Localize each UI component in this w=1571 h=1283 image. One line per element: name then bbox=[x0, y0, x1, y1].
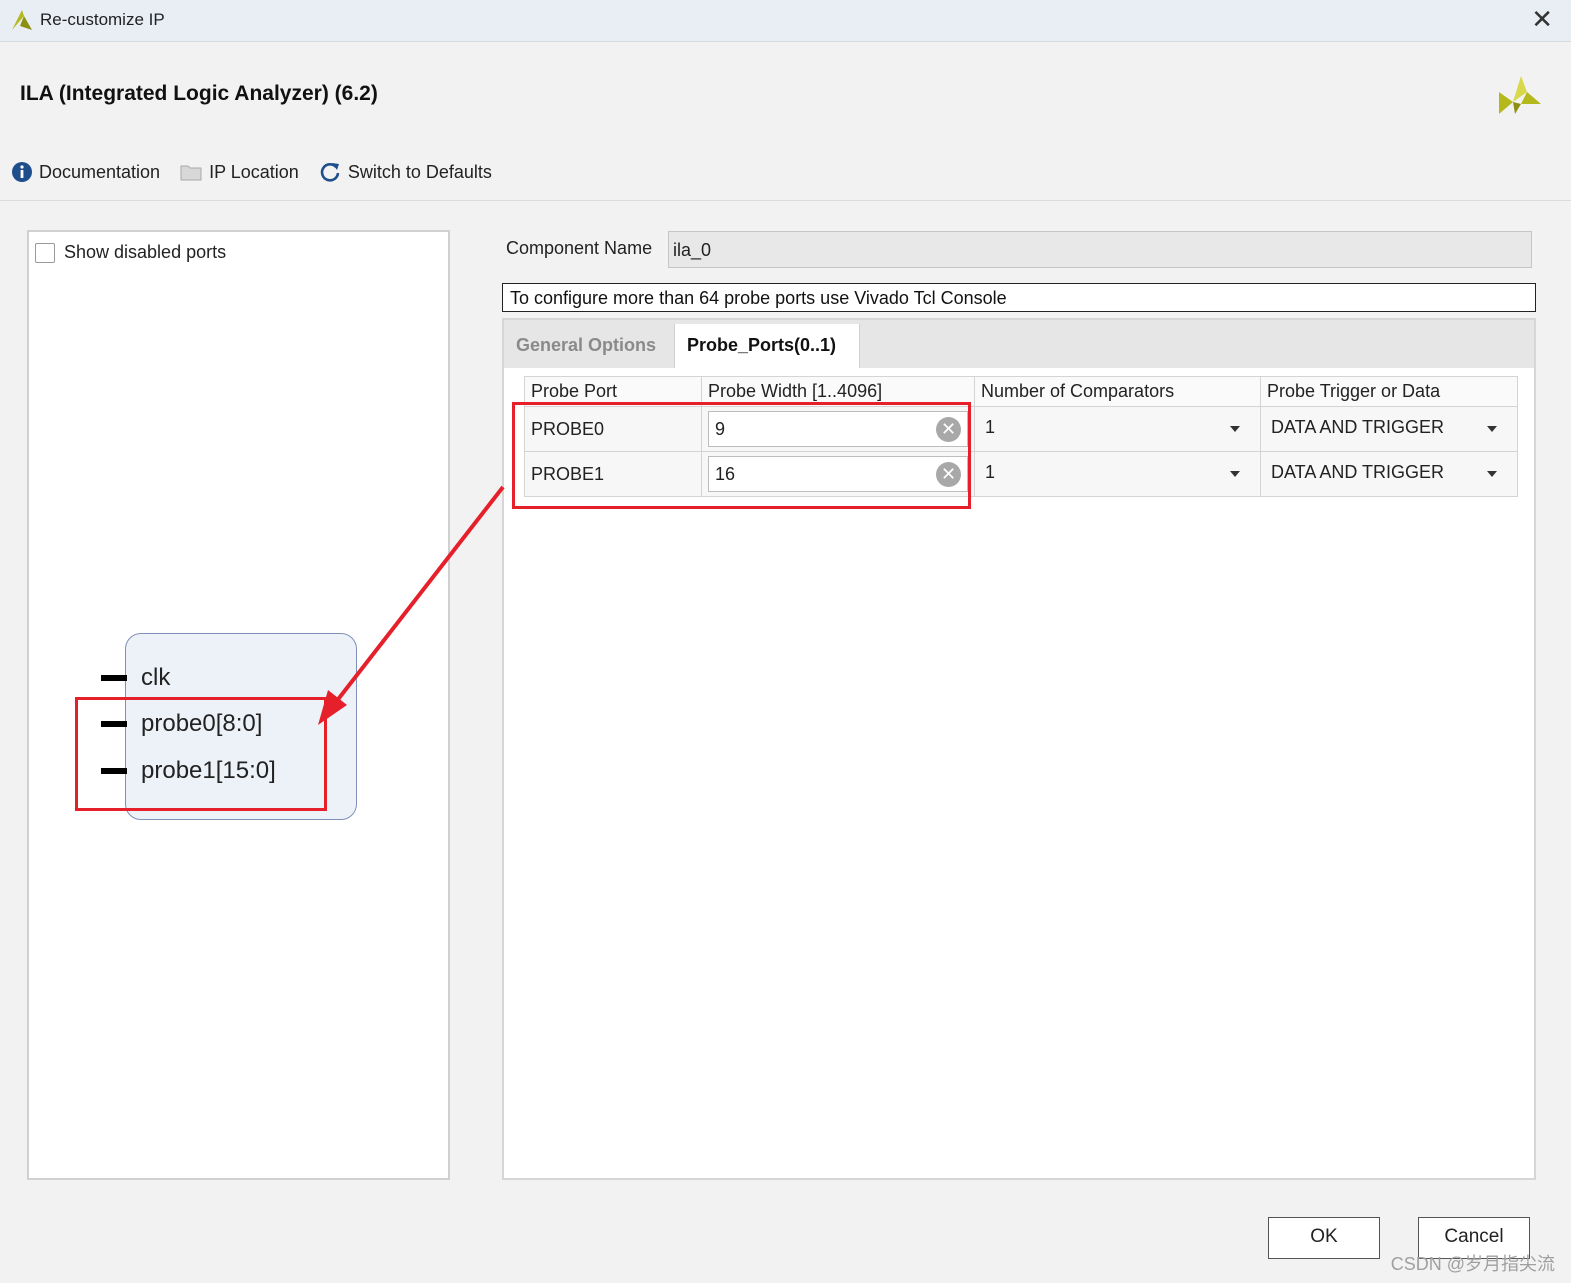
component-name-input[interactable]: ila_0 bbox=[668, 231, 1532, 268]
trigger-value: DATA AND TRIGGER bbox=[1271, 462, 1445, 482]
comparators-value: 1 bbox=[985, 417, 996, 437]
port-label-clk: clk bbox=[141, 664, 171, 691]
show-disabled-ports-checkbox[interactable]: Show disabled ports bbox=[35, 242, 226, 263]
chevron-down-icon bbox=[1487, 426, 1497, 432]
comparators-cell: 1 bbox=[974, 406, 1261, 452]
col-header-comparators: Number of Comparators bbox=[974, 376, 1261, 407]
ok-button[interactable]: OK bbox=[1268, 1217, 1380, 1259]
documentation-label: Documentation bbox=[39, 161, 161, 182]
refresh-icon bbox=[320, 163, 340, 182]
show-disabled-ports-label: Show disabled ports bbox=[64, 242, 227, 262]
watermark: CSDN @岁月指尖流 bbox=[1390, 1254, 1555, 1274]
trigger-cell: DATA AND TRIGGER bbox=[1260, 451, 1518, 497]
trigger-value: DATA AND TRIGGER bbox=[1271, 417, 1445, 437]
documentation-button[interactable]: Documentation bbox=[12, 162, 160, 183]
trigger-cell: DATA AND TRIGGER bbox=[1260, 406, 1518, 452]
switch-defaults-label: Switch to Defaults bbox=[347, 161, 492, 182]
ip-location-label: IP Location bbox=[209, 161, 299, 182]
title-bar: Re-customize IP ✕ bbox=[0, 0, 1571, 42]
chevron-down-icon bbox=[1230, 426, 1240, 432]
comparators-dropdown[interactable]: 1 bbox=[981, 457, 1254, 491]
toolbar-divider bbox=[0, 200, 1571, 201]
highlight-box-table bbox=[512, 402, 971, 509]
tab-probe-ports[interactable]: Probe_Ports(0..1) bbox=[674, 324, 860, 368]
trigger-dropdown[interactable]: DATA AND TRIGGER bbox=[1267, 412, 1511, 446]
ip-title: ILA (Integrated Logic Analyzer) (6.2) bbox=[20, 82, 378, 105]
comparators-value: 1 bbox=[985, 462, 996, 482]
switch-defaults-button[interactable]: Switch to Defaults bbox=[319, 161, 492, 183]
tcl-console-note: To configure more than 64 probe ports us… bbox=[502, 283, 1536, 312]
col-header-trigger: Probe Trigger or Data bbox=[1260, 376, 1518, 407]
component-name-label: Component Name bbox=[506, 238, 653, 258]
checkbox-box[interactable] bbox=[35, 242, 55, 263]
close-icon[interactable]: ✕ bbox=[1531, 5, 1553, 33]
symbol-panel: Show disabled ports clk probe0[8:0] prob… bbox=[27, 230, 450, 1180]
comparators-dropdown[interactable]: 1 bbox=[981, 412, 1254, 446]
trigger-dropdown[interactable]: DATA AND TRIGGER bbox=[1267, 457, 1511, 491]
port-pin-clk bbox=[101, 675, 127, 681]
vivado-app-icon bbox=[12, 10, 32, 30]
info-icon bbox=[12, 162, 32, 182]
window-title: Re-customize IP bbox=[40, 10, 165, 29]
highlight-box-ports bbox=[75, 697, 327, 811]
ip-location-button[interactable]: IP Location bbox=[180, 162, 299, 183]
chevron-down-icon bbox=[1487, 471, 1497, 477]
chevron-down-icon bbox=[1230, 471, 1240, 477]
tab-bar: General Options Probe_Ports(0..1) bbox=[504, 320, 1534, 368]
toolbar: Documentation IP Location Switch to Defa… bbox=[12, 158, 512, 186]
comparators-cell: 1 bbox=[974, 451, 1261, 497]
xilinx-logo-icon bbox=[1499, 76, 1541, 114]
tab-general-options[interactable]: General Options bbox=[504, 324, 672, 368]
folder-icon bbox=[180, 165, 202, 181]
